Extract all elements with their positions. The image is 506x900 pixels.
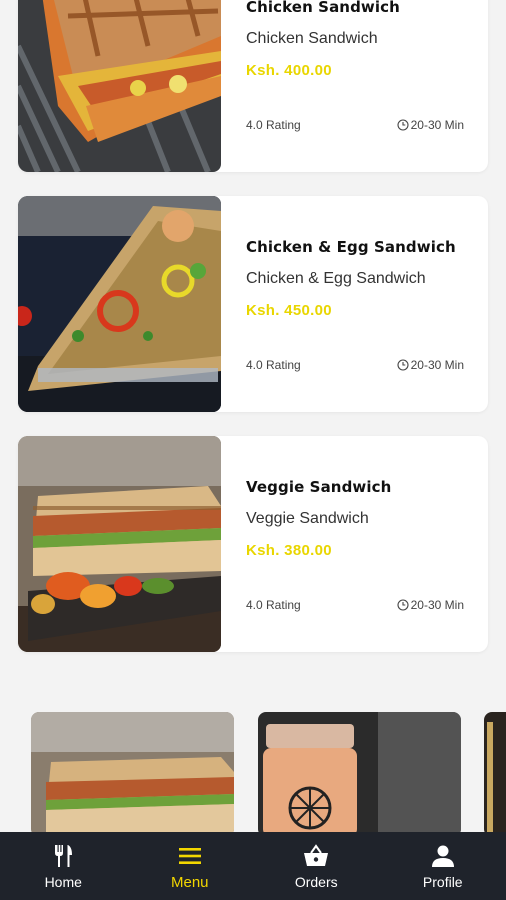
item-title: Chicken Sandwich [246,0,400,16]
menu-card-veggie-sandwich[interactable]: Veggie Sandwich Veggie Sandwich Ksh. 380… [18,436,488,652]
food-image-chicken-egg-sandwich [18,196,221,412]
item-rating: 4.0 Rating [246,118,301,132]
clock-icon [397,599,409,611]
bottom-navigation: Home Menu Orders Profile [0,832,506,900]
nav-profile[interactable]: Profile [380,832,506,900]
recommended-item-veggie-sandwich[interactable] [31,712,234,837]
nav-menu-label: Menu [170,873,209,891]
item-prep-time: 20-30 Min [397,118,464,132]
item-price: Ksh. 400.00 [246,62,332,79]
item-price: Ksh. 450.00 [246,302,332,319]
nav-menu[interactable]: Menu [127,832,254,900]
prep-time-text: 20-30 Min [410,358,464,372]
nav-profile-label: Profile [422,874,463,890]
item-subtitle: Chicken Sandwich [246,30,378,47]
hamburger-menu-icon [178,847,201,864]
person-icon [431,845,454,867]
item-title: Veggie Sandwich [246,478,392,496]
prep-time-text: 20-30 Min [410,598,464,612]
nav-orders-label: Orders [294,874,338,890]
nav-home-label: Home [44,874,82,890]
nav-home[interactable]: Home [0,832,127,900]
prep-time-text: 20-30 Min [410,118,464,132]
item-rating: 4.0 Rating [246,598,301,612]
recommended-item-next[interactable] [484,712,506,837]
item-subtitle: Veggie Sandwich [246,510,369,527]
clock-icon [397,359,409,371]
recommended-item-juice[interactable] [258,712,461,837]
recommended-strip[interactable] [0,712,506,837]
item-rating: 4.0 Rating [246,358,301,372]
item-prep-time: 20-30 Min [397,598,464,612]
clock-icon [397,119,409,131]
menu-card-chicken-egg-sandwich[interactable]: Chicken & Egg Sandwich Chicken & Egg San… [18,196,488,412]
food-image-veggie-sandwich [18,436,221,652]
menu-card-chicken-sandwich[interactable]: Chicken Sandwich Chicken Sandwich Ksh. 4… [18,0,488,172]
item-subtitle: Chicken & Egg Sandwich [246,270,426,287]
basket-icon [304,844,329,866]
fork-knife-icon [55,845,73,867]
item-price: Ksh. 380.00 [246,542,332,559]
nav-orders[interactable]: Orders [253,832,380,900]
food-image-chicken-sandwich [18,0,221,172]
item-title: Chicken & Egg Sandwich [246,238,456,256]
item-prep-time: 20-30 Min [397,358,464,372]
